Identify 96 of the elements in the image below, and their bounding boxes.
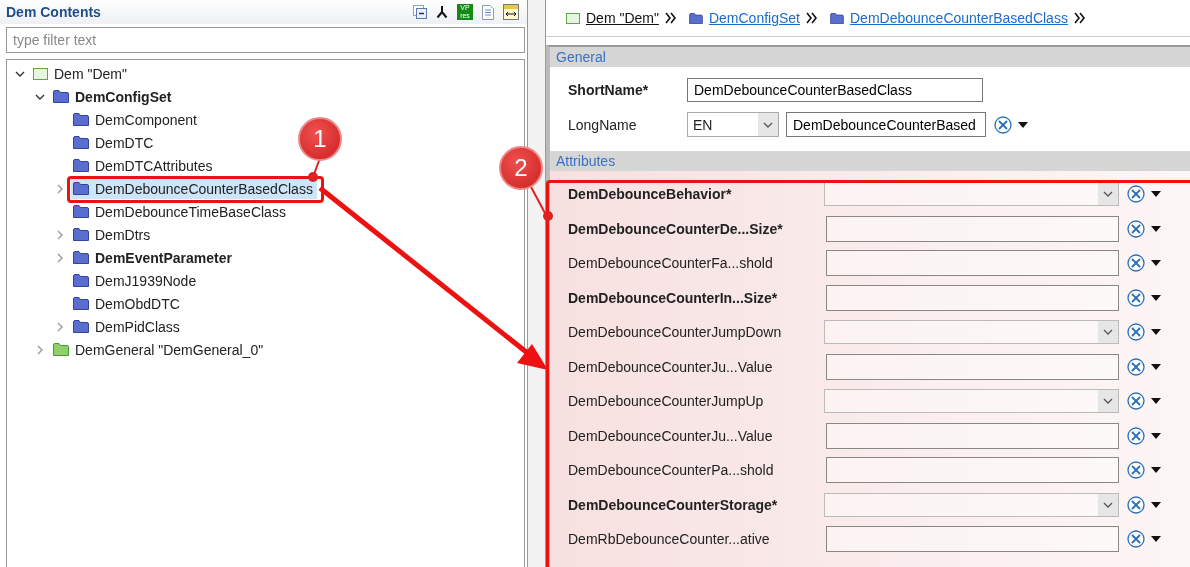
- folder-icon: [73, 113, 89, 126]
- field-label: LongName: [568, 116, 638, 133]
- breadcrumb-link[interactable]: DemConfigSet: [708, 10, 800, 26]
- field-label: DemDebounceCounterStorage*: [568, 496, 779, 513]
- language-dropdown[interactable]: EN: [687, 112, 779, 137]
- chevron-right-icon[interactable]: [55, 321, 65, 332]
- chevron-down-icon[interactable]: [1103, 190, 1113, 199]
- dropdown-field[interactable]: [824, 182, 1119, 207]
- tree-item[interactable]: DemComponent: [71, 109, 201, 130]
- short-name-field[interactable]: DemDebounceCounterBasedClass: [687, 77, 983, 102]
- callout-badge: 2: [499, 146, 543, 190]
- caret-icon[interactable]: [1151, 191, 1161, 198]
- module-icon: [33, 67, 48, 80]
- folder-icon: [830, 12, 844, 24]
- field-label: DemDebounceCounterIn...Size*: [568, 289, 779, 306]
- field-label: DemDebounceCounterJu...Value: [568, 427, 774, 444]
- field-label: ShortName*: [568, 81, 650, 98]
- chevron-down-icon[interactable]: [1103, 500, 1113, 509]
- column-width-icon[interactable]: [503, 4, 519, 20]
- document-icon[interactable]: [482, 4, 494, 20]
- text-field[interactable]: [826, 215, 1119, 242]
- folder-icon: [688, 12, 703, 24]
- pane-sash[interactable]: [528, 0, 546, 567]
- fork-icon[interactable]: [436, 5, 448, 19]
- folder-icon: [73, 320, 89, 333]
- breadcrumb-link[interactable]: Dem "Dem": [586, 10, 659, 26]
- chevron-right-icon[interactable]: [55, 183, 65, 194]
- tree-item[interactable]: DemJ1939Node: [71, 270, 201, 291]
- chevron-right-icon[interactable]: [35, 344, 45, 355]
- dropdown-field[interactable]: [824, 492, 1119, 517]
- caret-icon[interactable]: [1151, 536, 1161, 543]
- folder-icon: [73, 274, 89, 287]
- caret-icon[interactable]: [1151, 432, 1161, 439]
- folder-icon: [73, 136, 89, 149]
- text-field[interactable]: [826, 284, 1119, 311]
- tree-item[interactable]: DemObdDTC: [71, 293, 184, 314]
- tree-item[interactable]: DemDtrs: [71, 224, 155, 245]
- tree-item[interactable]: DemGeneral "DemGeneral_0": [51, 339, 268, 360]
- tree-item[interactable]: DemDTC: [71, 132, 158, 153]
- dropdown-field[interactable]: [824, 320, 1119, 345]
- caret-icon[interactable]: [1018, 121, 1028, 128]
- field-label: DemRbDebounceCounter...ative: [568, 531, 771, 548]
- double-chevron-icon: [1073, 12, 1086, 24]
- folder-icon: [73, 228, 89, 241]
- chevron-right-icon[interactable]: [55, 229, 65, 240]
- field-label: DemDebounceCounterJu...Value: [568, 358, 774, 375]
- caret-icon[interactable]: [1151, 501, 1161, 508]
- tree-item[interactable]: Dem "Dem": [31, 63, 131, 84]
- field-label: DemDebounceCounterJumpUp: [568, 393, 765, 410]
- text-field[interactable]: [826, 422, 1119, 449]
- module-icon: [566, 12, 580, 24]
- chevron-right-icon[interactable]: [55, 252, 65, 263]
- caret-icon[interactable]: [1151, 363, 1161, 370]
- caret-icon[interactable]: [1151, 294, 1161, 301]
- field-label: DemDebounceBehavior*: [568, 186, 733, 203]
- caret-icon[interactable]: [1151, 467, 1161, 474]
- text-field[interactable]: [826, 457, 1119, 484]
- tree-item[interactable]: DemConfigSet: [51, 86, 176, 107]
- tree-item[interactable]: DemEventParameter: [71, 247, 236, 268]
- callout-badge: 1: [298, 117, 342, 161]
- tree-item[interactable]: DemDTCAttributes: [71, 155, 217, 176]
- double-chevron-icon: [806, 12, 818, 24]
- chevron-down-icon[interactable]: [763, 120, 773, 129]
- filter-field[interactable]: type filter text: [6, 27, 525, 53]
- caret-icon[interactable]: [1151, 260, 1161, 267]
- tree-item[interactable]: DemPidClass: [71, 316, 184, 337]
- folder-icon: [73, 159, 89, 172]
- field-label: DemDebounceCounterFa...shold: [568, 255, 774, 272]
- caret-icon[interactable]: [1151, 329, 1161, 336]
- section-title: General: [556, 49, 606, 65]
- chevron-down-icon[interactable]: [1103, 397, 1113, 406]
- folder-icon: [73, 251, 89, 264]
- field-label: DemDebounceCounterPa...shold: [568, 462, 775, 479]
- double-chevron-icon: [664, 12, 677, 24]
- text-field[interactable]: [826, 250, 1119, 277]
- folder-icon: [73, 205, 89, 218]
- section-title: Attributes: [556, 153, 616, 169]
- chevron-down-icon[interactable]: [1103, 328, 1113, 337]
- panel-title: Dem Contents: [6, 4, 101, 20]
- text-field[interactable]: [826, 353, 1119, 380]
- folder-icon: [53, 90, 69, 103]
- collapse-all-icon[interactable]: [413, 5, 427, 19]
- tree-item[interactable]: DemDebounceCounterBasedClass: [71, 178, 317, 199]
- folder-icon: [53, 343, 69, 356]
- language-value: EN: [693, 116, 713, 133]
- caret-icon[interactable]: [1151, 398, 1161, 405]
- tree-item[interactable]: DemDebounceTimeBaseClass: [71, 201, 290, 222]
- dropdown-field[interactable]: [824, 389, 1119, 414]
- long-name-field[interactable]: DemDebounceCounterBased: [786, 112, 986, 137]
- field-label: DemDebounceCounterDe...Size*: [568, 220, 784, 237]
- field-label: DemDebounceCounterJumpDown: [568, 324, 783, 341]
- folder-icon: [73, 182, 89, 195]
- text-field[interactable]: [826, 526, 1119, 553]
- folder-icon: [73, 297, 89, 310]
- breadcrumb-link[interactable]: DemDebounceCounterBasedClass: [850, 10, 1068, 26]
- caret-icon[interactable]: [1151, 225, 1161, 232]
